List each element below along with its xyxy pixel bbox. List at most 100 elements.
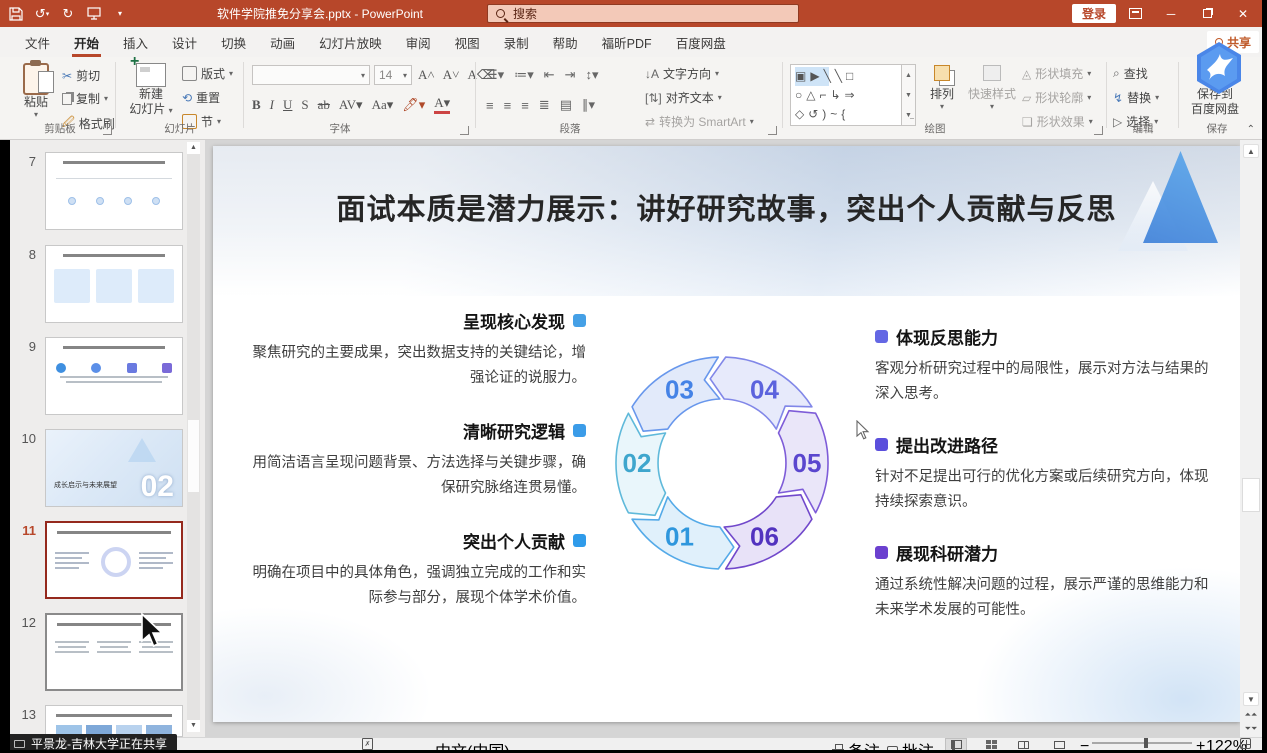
- shapes-gallery[interactable]: ▣▶╲╲□ ○△⌐↳⇒ ◇↺)~{ ▲▼▼̲: [790, 64, 916, 126]
- clipboard-dialog-launcher[interactable]: [103, 126, 112, 135]
- find-button[interactable]: ⌕查找: [1113, 65, 1148, 82]
- shape-effects-button[interactable]: ❏形状效果▾: [1022, 113, 1093, 130]
- undo-icon[interactable]: ↺▾: [34, 6, 50, 22]
- shapes-row-2[interactable]: ○△⌐↳⇒: [795, 86, 897, 105]
- feature-heading: 体现反思能力: [896, 324, 998, 349]
- previous-slide-button[interactable]: ⏶⏶: [1243, 708, 1259, 722]
- slide-title[interactable]: 面试本质是潜力展示：讲好研究故事，突出个人贡献与反思: [213, 186, 1240, 228]
- strikethrough-button: ab: [318, 97, 330, 113]
- cycle-diagram[interactable]: 010203040506: [582, 323, 862, 603]
- reset-button[interactable]: ⟲重置: [182, 89, 220, 106]
- panel-scroll-up-icon[interactable]: ▲: [187, 142, 200, 154]
- tab-home[interactable]: 开始: [62, 27, 111, 57]
- tab-slideshow[interactable]: 幻灯片放映: [307, 27, 394, 57]
- next-slide-button[interactable]: ⏷⏷: [1243, 722, 1259, 736]
- tab-foxit-pdf[interactable]: 福昕PDF: [590, 27, 664, 57]
- shapes-gallery-scroll[interactable]: ▲▼▼̲: [902, 64, 916, 126]
- fit-to-window-button[interactable]: [1240, 738, 1251, 749]
- status-bar: [0, 737, 1267, 751]
- right-feature-column[interactable]: 体现反思能力 客观分析研究过程中的局限性，展示对方法与结果的深入思考。 提出改进…: [875, 324, 1220, 647]
- slide-thumbnail-13[interactable]: [45, 705, 183, 737]
- tab-review[interactable]: 审阅: [394, 27, 443, 57]
- cut-button[interactable]: ✂剪切: [62, 67, 100, 84]
- vertical-scrollbar-thumb[interactable]: [1242, 478, 1260, 512]
- feature-body: 用简洁语言呈现问题背景、方法选择与关键步骤，确保研究脉络连贯易懂。: [241, 451, 586, 502]
- copy-button[interactable]: 复制▾: [62, 90, 108, 107]
- scroll-down-icon[interactable]: ▼: [1243, 692, 1259, 706]
- frame-edge-left: [0, 140, 10, 753]
- font-style-buttons[interactable]: B I U S ab AV▾ Aa▾ 🖊▾ A▾: [252, 95, 450, 114]
- mouse-cursor: [140, 612, 168, 655]
- paste-icon: [23, 63, 49, 95]
- save-icon[interactable]: [8, 6, 24, 22]
- slide-thumbnail-9[interactable]: [45, 337, 183, 415]
- feature-heading: 展现科研潜力: [896, 540, 998, 565]
- tab-baidu-netdisk[interactable]: 百度网盘: [664, 27, 738, 57]
- columns-button: ∥▾: [582, 97, 595, 113]
- layout-button[interactable]: 版式▾: [182, 65, 233, 82]
- italic-button: I: [270, 97, 274, 113]
- zoom-slider[interactable]: [1092, 742, 1192, 744]
- panel-scroll-down-icon[interactable]: ▼: [187, 720, 200, 732]
- convert-smartart-button[interactable]: ⇄转换为 SmartArt▾: [645, 113, 754, 130]
- thumbnail-panel-scrollbar-thumb[interactable]: [188, 420, 199, 492]
- tab-design[interactable]: 设计: [160, 27, 209, 57]
- new-slide-button[interactable]: 新建 幻灯片 ▾: [122, 63, 180, 117]
- close-button[interactable]: ✕: [1226, 0, 1260, 27]
- redo-icon[interactable]: ↻: [60, 6, 76, 22]
- slide-thumbnail-11-selected[interactable]: [45, 521, 183, 599]
- tab-file[interactable]: 文件: [13, 27, 62, 57]
- zoom-slider-thumb[interactable]: [1144, 738, 1148, 748]
- collapse-ribbon-icon[interactable]: ⌃: [1247, 124, 1255, 135]
- font-name-combo[interactable]: ▾: [252, 65, 370, 85]
- tab-view[interactable]: 视图: [443, 27, 492, 57]
- paragraph-dialog-launcher[interactable]: [768, 126, 777, 135]
- customize-qat-icon[interactable]: ▾: [112, 6, 128, 22]
- char-spacing-button: AV▾: [339, 97, 363, 113]
- start-slideshow-icon[interactable]: [86, 6, 102, 22]
- font-dialog-launcher[interactable]: [460, 126, 469, 135]
- search-input[interactable]: 搜索: [487, 4, 799, 23]
- feature-body: 聚焦研究的主要成果，突出数据支持的关键结论，增强论证的说服力。: [241, 341, 586, 392]
- font-grow-shrink[interactable]: A˄A˅A⌫: [418, 67, 495, 83]
- ribbon-display-options-button[interactable]: [1118, 0, 1152, 27]
- quick-styles-button[interactable]: 快速样式▾: [966, 65, 1018, 112]
- thumb10-big-number: 02: [141, 470, 174, 504]
- tab-animations[interactable]: 动画: [258, 27, 307, 57]
- slide-thumbnail-8[interactable]: [45, 245, 183, 323]
- drawing-dialog-launcher[interactable]: [1094, 126, 1103, 135]
- minimize-button[interactable]: ─: [1154, 0, 1188, 27]
- replace-button[interactable]: ↯替换▾: [1113, 89, 1159, 106]
- tab-record[interactable]: 录制: [492, 27, 541, 57]
- quick-styles-icon: [983, 65, 1001, 81]
- tab-help[interactable]: 帮助: [541, 27, 590, 57]
- shapes-row-1[interactable]: ▣▶╲╲□: [795, 67, 897, 86]
- spell-check-indicator[interactable]: ✗: [362, 738, 373, 750]
- arrange-button[interactable]: 排列▾: [922, 65, 962, 112]
- font-size-combo[interactable]: 14▾: [374, 65, 412, 85]
- paste-button[interactable]: 粘贴▾: [14, 63, 58, 120]
- font-color-button: A▾: [434, 95, 450, 114]
- feature-body: 客观分析研究过程中的局限性，展示对方法与结果的深入思考。: [875, 357, 1220, 408]
- shape-fill-button[interactable]: ◬形状填充▾: [1022, 65, 1091, 82]
- slide-thumbnail-7[interactable]: [45, 152, 183, 230]
- login-button[interactable]: 登录: [1072, 4, 1116, 23]
- text-direction-button[interactable]: ↓A文字方向▾: [645, 65, 719, 82]
- thunder-netdisk-logo-icon[interactable]: [1193, 40, 1245, 96]
- align-buttons[interactable]: ≡≡≡≣▤∥▾: [486, 97, 595, 113]
- paragraph-group-label: 段落: [530, 121, 610, 136]
- current-slide[interactable]: 面试本质是潜力展示：讲好研究故事，突出个人贡献与反思 呈现核心发现 聚焦研究的主…: [213, 146, 1240, 722]
- align-text-button[interactable]: [⇅]对齐文本▾: [645, 89, 722, 106]
- left-feature-column[interactable]: 呈现核心发现 聚焦研究的主要成果，突出数据支持的关键结论，增强论证的说服力。 清…: [241, 308, 586, 637]
- scroll-up-icon[interactable]: ▲: [1243, 144, 1259, 158]
- shapes-row-3[interactable]: ◇↺)~{: [795, 105, 897, 124]
- new-slide-icon: [136, 63, 166, 87]
- tab-transitions[interactable]: 切换: [209, 27, 258, 57]
- shape-outline-button[interactable]: ▱形状轮廓▾: [1022, 89, 1091, 106]
- restore-button[interactable]: [1190, 0, 1224, 27]
- list-indent-buttons[interactable]: ☰▾≔▾⇤⇥↕▾: [486, 67, 599, 83]
- feature-item: 体现反思能力 客观分析研究过程中的局限性，展示对方法与结果的深入思考。: [875, 324, 1220, 408]
- display-icon: [14, 740, 25, 748]
- slide-thumbnail-10[interactable]: 成长启示与未来展望 02: [45, 429, 183, 507]
- vertical-scrollbar[interactable]: [1240, 140, 1262, 737]
